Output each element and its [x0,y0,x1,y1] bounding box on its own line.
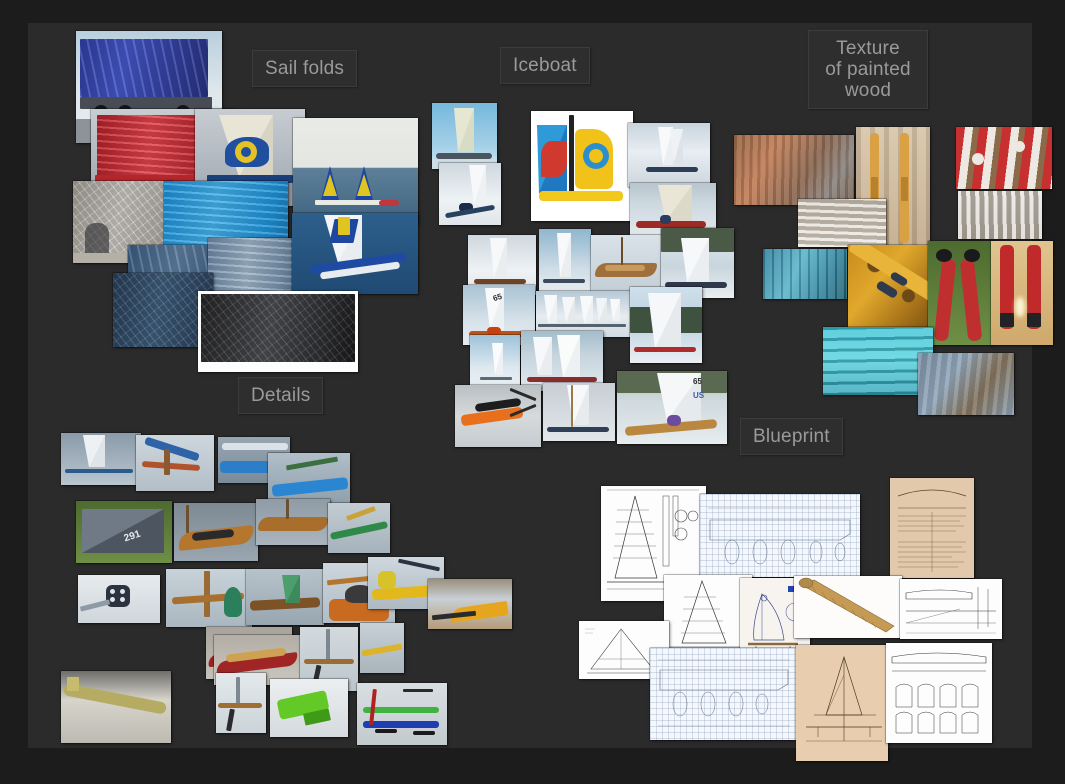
blueprint-frames-svg [886,643,992,743]
photo-blue-worn-board[interactable] [918,353,1014,415]
photo-red-skis-on-grass[interactable] [928,241,994,345]
photo-red-white-ski-stripes[interactable] [956,127,1052,189]
photo-rusty-orange-wood[interactable] [734,135,854,205]
photo-iceboat-sailor-heeling[interactable] [439,163,501,225]
photo-detail-green-runner[interactable] [328,503,390,553]
photo-iceboat-sailor-wooden[interactable]: 65 US [617,371,727,444]
blueprint-elevation-svg [900,579,1002,639]
photo-black-plastic-sheet[interactable] [198,291,358,372]
photo-detail-runner-plank-blue[interactable] [136,435,214,491]
photo-detail-runner-snow[interactable] [216,673,266,733]
sail-number-label-65: 65 [693,377,702,386]
label-texture-painted-wood[interactable]: Texture of painted wood [808,30,928,109]
blueprint-deck-layout-grid[interactable] [650,648,798,740]
sail-number-label-us: US [693,391,704,400]
photo-iceboat-painting[interactable] [432,103,497,169]
photo-iceboat-big-sail-forest[interactable] [630,287,702,363]
photo-detail-mast-step[interactable] [166,569,252,627]
photo-detail-block-hardware[interactable] [78,575,160,623]
blueprint-hull-profile-grid[interactable] [700,494,860,577]
photo-wooden-hull-closeup[interactable] [591,235,661,293]
blueprint-sepia-svg [890,478,974,578]
photo-distant-iceboat[interactable] [470,335,520,389]
photo-detail-yellow-hull-ice[interactable] [428,579,512,629]
photo-iceboats-racing-pair[interactable] [628,123,710,187]
label-iceboat[interactable]: Iceboat [500,47,590,84]
photo-two-catamarans-sea[interactable] [293,118,418,225]
blueprint-plank-frame-3d[interactable] [794,576,902,638]
photo-detail-yellow-boom[interactable] [360,623,404,673]
photo-chipped-white-paint-wood[interactable] [958,191,1042,239]
blueprint-sail-outline-svg [664,575,752,653]
blueprint-hull-svg [700,494,860,577]
photo-detail-varnished-hull[interactable] [256,499,330,545]
photo-red-skis-tan-background[interactable] [991,241,1053,345]
blueprint-frames-sections[interactable] [886,643,992,743]
moodboard-canvas[interactable]: 65 [28,23,1032,748]
blueprint-plank-svg [794,576,902,638]
photo-turquoise-planks[interactable] [823,327,933,395]
photo-detail-green-fitting[interactable] [270,679,348,737]
photo-colorful-iceboat-rig[interactable] [531,111,633,221]
label-details[interactable]: Details [238,377,323,414]
blueprint-sail-outline-plan[interactable] [664,575,752,653]
blueprint-tan-sail-rig[interactable] [796,645,888,761]
photo-detail-green-sail-hull[interactable] [246,569,324,625]
photo-detail-three-iceboats-colored[interactable] [357,683,447,745]
blueprint-side-elevation[interactable] [900,579,1002,639]
photo-detail-wooden-cockpit[interactable] [174,503,258,561]
photo-iceboat-white-hull[interactable] [543,383,615,441]
label-blueprint[interactable]: Blueprint [740,418,843,455]
photo-iceboat-white-sail-b[interactable] [539,229,591,295]
blueprint-sepia-spec-sheet[interactable] [890,478,974,578]
photo-detail-sail-on-grass-291[interactable]: 291 [76,501,172,563]
photo-iceboats-cluster-mountain[interactable] [521,331,603,391]
photo-blue-weathered-wood[interactable] [763,249,847,299]
photo-iceboat-runner-orange[interactable] [455,385,541,447]
blueprint-tan-rig-svg [796,645,888,761]
photo-ski-on-sunflower-wood[interactable] [848,245,932,327]
photo-catamaran-blue-hull[interactable] [292,213,418,294]
label-sail-folds[interactable]: Sail folds [252,50,357,87]
photo-detail-iceboat-white-sail[interactable] [61,433,141,485]
photo-detail-long-runner-plank[interactable] [61,671,171,743]
blueprint-deck-svg [650,648,798,740]
photo-white-painted-planks-vertical[interactable] [798,199,886,247]
